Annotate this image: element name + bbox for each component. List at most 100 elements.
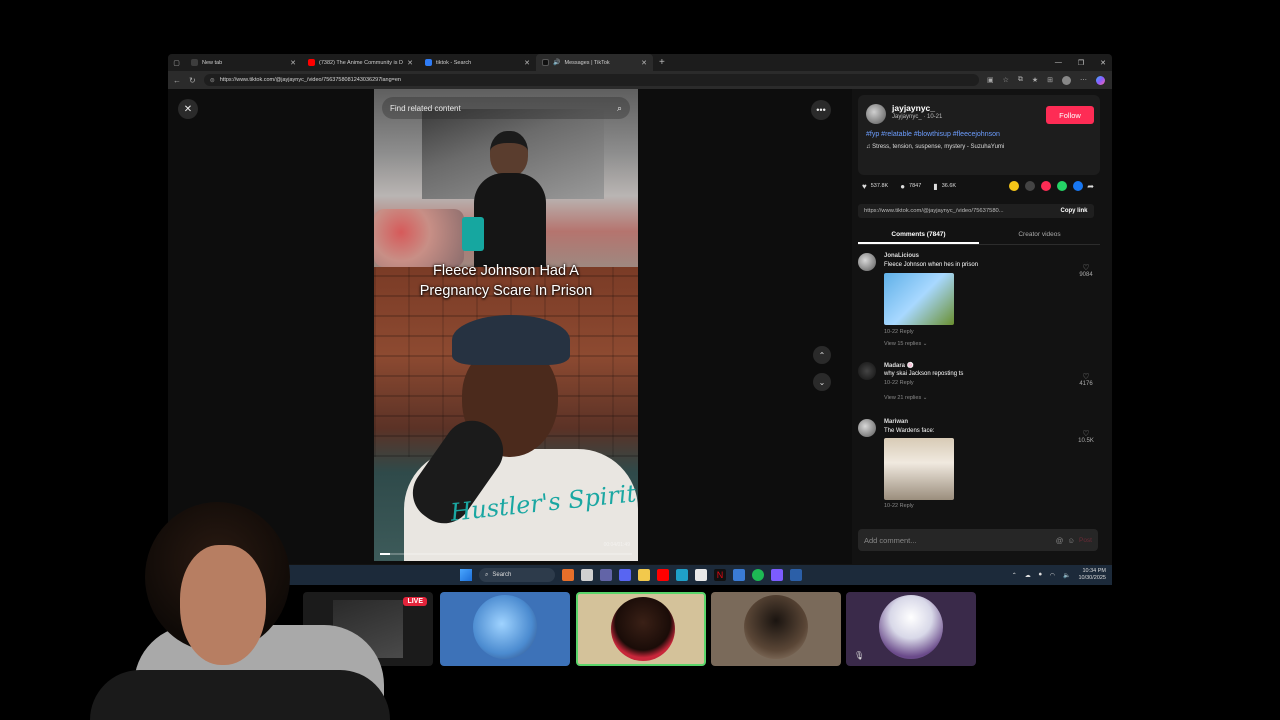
taskbar-search[interactable]: ⌕ Search bbox=[479, 568, 555, 582]
comment-like[interactable]: ♡ 10.5K bbox=[1076, 429, 1096, 444]
heart-icon[interactable]: ♡ bbox=[1076, 372, 1096, 381]
heart-icon[interactable]: ♡ bbox=[1076, 263, 1096, 272]
edge-icon[interactable] bbox=[676, 569, 688, 581]
share-arrow-icon[interactable]: ➦ bbox=[1087, 182, 1094, 191]
site-info-icon[interactable]: ⊜ bbox=[210, 77, 215, 84]
video-progress-bar[interactable] bbox=[380, 553, 632, 555]
participant-tile[interactable]: 🎙 bbox=[846, 592, 976, 666]
mic-icon[interactable]: ⏺ bbox=[1039, 572, 1042, 579]
maximize-icon[interactable]: ❐ bbox=[1078, 59, 1084, 67]
close-tab-icon[interactable]: ✕ bbox=[524, 59, 530, 67]
obs-icon[interactable] bbox=[771, 569, 783, 581]
comment-like[interactable]: ♡ 4176 bbox=[1076, 372, 1096, 387]
participant-tile[interactable] bbox=[711, 592, 841, 666]
video-player[interactable]: Find related content ⌕ Hustler's Spirit … bbox=[374, 89, 638, 561]
tab-tiktok-messages[interactable]: 🔊 Messages | TikTok ✕ bbox=[536, 54, 653, 71]
more-options-button[interactable]: ••• bbox=[811, 100, 831, 120]
repost-icon[interactable] bbox=[1009, 181, 1020, 191]
previous-video-button[interactable]: ⌃ bbox=[813, 346, 831, 364]
heart-icon[interactable]: ♡ bbox=[1076, 429, 1096, 438]
close-viewer-button[interactable]: ✕ bbox=[178, 99, 198, 119]
tab-actions-icon[interactable]: ▢ bbox=[168, 54, 185, 71]
todo-icon[interactable] bbox=[790, 569, 802, 581]
whatsapp-icon[interactable] bbox=[1057, 181, 1068, 191]
share-link-text[interactable]: https://www.tiktok.com/@jayjaynyc_/video… bbox=[864, 208, 1054, 214]
teams-icon[interactable] bbox=[600, 569, 612, 581]
mention-icon[interactable]: @ bbox=[1056, 536, 1064, 545]
creator-avatar[interactable] bbox=[866, 104, 886, 124]
tab-search[interactable]: tiktok - Search ✕ bbox=[419, 54, 536, 71]
windows-start-icon[interactable] bbox=[460, 569, 472, 581]
commenter-avatar[interactable] bbox=[858, 362, 876, 380]
copilot-icon[interactable] bbox=[1096, 75, 1105, 85]
refresh-icon[interactable]: ↻ bbox=[189, 76, 196, 85]
commenter-name[interactable]: JonaLicious bbox=[884, 253, 919, 259]
sound-icon[interactable]: 🔈 bbox=[1063, 572, 1070, 579]
close-tab-icon[interactable]: ✕ bbox=[290, 59, 296, 67]
tab-new-tab[interactable]: New tab ✕ bbox=[185, 54, 302, 71]
creator-name[interactable]: jayjaynyc_ bbox=[892, 103, 935, 113]
commenter-name[interactable]: Madara 🍥 bbox=[884, 362, 914, 369]
related-search-bar[interactable]: Find related content ⌕ bbox=[382, 97, 630, 119]
clock[interactable]: 10:34 PM 10/30/2025 bbox=[1078, 568, 1106, 582]
back-icon[interactable]: ← bbox=[173, 76, 181, 85]
like-heart-icon[interactable]: ♥ bbox=[862, 182, 867, 191]
tray-chevron-icon[interactable]: ⌃ bbox=[1012, 572, 1017, 579]
commenter-name[interactable]: Mariwan bbox=[884, 419, 908, 425]
facebook-icon[interactable] bbox=[1073, 181, 1084, 191]
hashtags[interactable]: #fyp #relatable #blowthisup #fleecejohns… bbox=[866, 131, 1000, 138]
store-icon[interactable] bbox=[733, 569, 745, 581]
menu-dots-icon[interactable]: ⋯ bbox=[1080, 76, 1087, 84]
tab-comments[interactable]: Comments (7847) bbox=[858, 229, 979, 244]
favorite-star-icon[interactable]: ☆ bbox=[1003, 76, 1009, 84]
cloud-icon[interactable]: ☁ bbox=[1025, 572, 1031, 579]
close-tab-icon[interactable]: ✕ bbox=[641, 59, 647, 67]
discord-app-icon[interactable] bbox=[619, 569, 631, 581]
creator-subtitle: Jayjaynyc_ · 10-21 bbox=[892, 114, 943, 120]
url-field[interactable]: ⊜ https://www.tiktok.com/@jayjaynyc_/vid… bbox=[203, 74, 979, 86]
participant-tile-speaking[interactable] bbox=[576, 592, 706, 666]
close-tab-icon[interactable]: ✕ bbox=[407, 59, 413, 67]
wifi-icon[interactable]: ◠ bbox=[1050, 572, 1055, 579]
emoji-icon[interactable]: ☺ bbox=[1067, 536, 1075, 545]
close-window-icon[interactable]: ✕ bbox=[1100, 59, 1106, 67]
search-icon[interactable]: ⌕ bbox=[617, 103, 622, 114]
commenter-avatar[interactable] bbox=[858, 253, 876, 271]
copy-link-button[interactable]: Copy link bbox=[1054, 208, 1094, 214]
task-view-icon[interactable] bbox=[581, 569, 593, 581]
comment-list: JonaLicious Fleece Johnson when hes in p… bbox=[858, 253, 1106, 513]
participant-tile[interactable] bbox=[440, 592, 570, 666]
follow-button[interactable]: Follow bbox=[1046, 106, 1094, 124]
comment-input[interactable]: Add comment... @ ☺ Post bbox=[858, 529, 1098, 551]
view-replies-link[interactable]: View 15 replies ⌄ bbox=[884, 341, 927, 347]
file-explorer-icon[interactable] bbox=[638, 569, 650, 581]
embed-icon[interactable] bbox=[1025, 181, 1036, 191]
collections-icon[interactable]: ⊞ bbox=[1047, 76, 1053, 84]
widgets-icon[interactable] bbox=[562, 569, 574, 581]
spotify-icon[interactable] bbox=[752, 569, 764, 581]
comment-like[interactable]: ♡ 9084 bbox=[1076, 263, 1096, 278]
tab-youtube[interactable]: (7382) The Anime Community is D... ✕ bbox=[302, 54, 419, 71]
tab-creator-videos[interactable]: Creator videos bbox=[979, 229, 1100, 244]
favorites-icon[interactable]: ★ bbox=[1032, 76, 1038, 84]
view-replies-link[interactable]: View 21 replies ⌄ bbox=[884, 395, 927, 401]
netflix-icon[interactable]: N bbox=[714, 569, 726, 581]
profile-avatar[interactable] bbox=[1062, 75, 1071, 85]
comment-image[interactable] bbox=[884, 273, 954, 325]
comment-bubble-icon[interactable]: ● bbox=[900, 182, 905, 191]
comment-image[interactable] bbox=[884, 438, 954, 500]
video-viewer: ✕ ••• Find related content ⌕ Hustler's S… bbox=[168, 89, 852, 564]
youtube-app-icon[interactable] bbox=[657, 569, 669, 581]
post-button[interactable]: Post bbox=[1079, 537, 1092, 544]
extensions-icon[interactable]: ⧉ bbox=[1018, 76, 1023, 84]
commenter-avatar[interactable] bbox=[858, 419, 876, 437]
friends-share-icon[interactable] bbox=[1041, 181, 1052, 191]
bookmark-icon[interactable]: ▮ bbox=[933, 182, 937, 191]
split-screen-icon[interactable]: ▣ bbox=[987, 76, 994, 84]
next-video-button[interactable]: ⌄ bbox=[813, 373, 831, 391]
speaker-icon[interactable]: 🔊 bbox=[553, 59, 560, 66]
new-tab-button[interactable]: + bbox=[659, 57, 665, 68]
music-row[interactable]: ♫ Stress, tension, suspense, mystery - S… bbox=[866, 144, 1004, 150]
calendar-icon[interactable] bbox=[695, 569, 707, 581]
minimize-icon[interactable]: — bbox=[1055, 59, 1062, 66]
